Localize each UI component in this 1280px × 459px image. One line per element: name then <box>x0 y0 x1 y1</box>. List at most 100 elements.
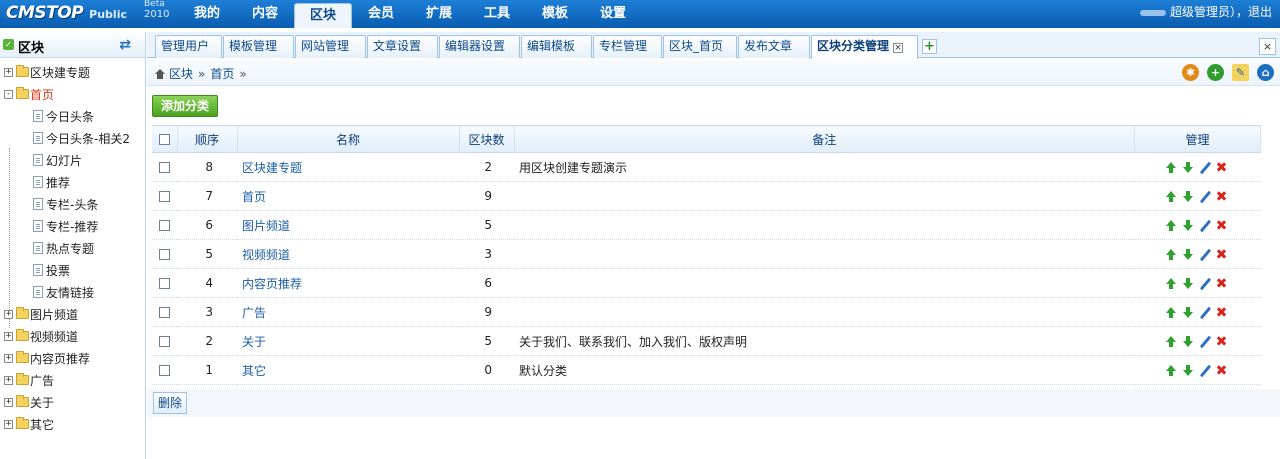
tree-node[interactable]: - 首页 <box>0 84 146 106</box>
tree-node-label[interactable]: 图片频道 <box>30 304 78 326</box>
tree-node[interactable]: + 其它 <box>0 414 146 436</box>
tree-node-label[interactable]: 幻灯片 <box>46 150 82 172</box>
tab-9[interactable]: 区块分类管理 × <box>811 35 918 59</box>
move-up-icon[interactable] <box>1165 364 1177 377</box>
tree-node[interactable]: 专栏-推荐 <box>0 216 146 238</box>
tree-node-label[interactable]: 今日头条 <box>46 106 94 128</box>
tree-node-label[interactable]: 专栏-推荐 <box>46 216 98 238</box>
move-down-icon[interactable] <box>1182 335 1194 348</box>
tree-node[interactable]: 投票 <box>0 260 146 282</box>
move-up-icon[interactable] <box>1165 248 1177 261</box>
move-down-icon[interactable] <box>1182 364 1194 377</box>
close-window-icon[interactable]: × <box>1259 38 1276 55</box>
expand-icon[interactable]: + <box>4 398 13 407</box>
move-down-icon[interactable] <box>1182 190 1194 203</box>
edit-icon[interactable] <box>1199 307 1211 319</box>
row-checkbox[interactable] <box>159 191 170 202</box>
row-name-link[interactable]: 图片频道 <box>237 210 459 240</box>
expand-icon[interactable]: + <box>4 68 13 77</box>
row-checkbox[interactable] <box>159 278 170 289</box>
tree-node[interactable]: + 关于 <box>0 392 146 414</box>
move-up-icon[interactable] <box>1165 277 1177 290</box>
expand-icon[interactable]: + <box>4 420 13 429</box>
collapse-icon[interactable]: - <box>4 90 13 99</box>
tree-node[interactable]: 热点专题 <box>0 238 146 260</box>
add-icon[interactable]: + <box>1207 64 1224 81</box>
delete-icon[interactable]: ✖ <box>1216 364 1228 378</box>
tree-node-label[interactable]: 投票 <box>46 260 70 282</box>
tree-node-label[interactable]: 热点专题 <box>46 238 94 260</box>
move-down-icon[interactable] <box>1182 161 1194 174</box>
select-all-checkbox[interactable] <box>158 134 170 145</box>
expand-icon[interactable]: + <box>4 310 13 319</box>
nav-item-7[interactable]: 设置 <box>584 0 642 28</box>
tab-6[interactable]: 专栏管理 <box>593 35 662 58</box>
tree-node-label[interactable]: 友情链接 <box>46 282 94 304</box>
tree-node[interactable]: 推荐 <box>0 172 146 194</box>
delete-icon[interactable]: ✖ <box>1216 306 1228 320</box>
add-category-button[interactable]: 添加分类 <box>152 95 219 117</box>
tree-node-label[interactable]: 专栏-头条 <box>46 194 98 216</box>
breadcrumb-item-home[interactable]: 首页 <box>210 67 234 81</box>
row-name-link[interactable]: 关于 <box>237 326 459 356</box>
close-tab-icon[interactable]: × <box>893 43 904 53</box>
tab-0[interactable]: 管理用户 <box>155 35 222 58</box>
move-up-icon[interactable] <box>1165 306 1177 319</box>
edit-icon[interactable] <box>1199 278 1211 290</box>
row-name-link[interactable]: 广告 <box>237 297 459 327</box>
tree-node-label[interactable]: 推荐 <box>46 172 70 194</box>
breadcrumb-item-block[interactable]: 区块 <box>169 67 193 81</box>
row-checkbox[interactable] <box>159 249 170 260</box>
tree-node[interactable]: 友情链接 <box>0 282 146 304</box>
tree-node-label[interactable]: 关于 <box>30 392 54 414</box>
user-area[interactable]: 超级管理员），退出 <box>1139 0 1272 28</box>
edit-icon[interactable] <box>1199 365 1211 377</box>
tab-1[interactable]: 模板管理 <box>223 35 294 58</box>
delete-icon[interactable]: ✖ <box>1216 335 1228 349</box>
nav-item-6[interactable]: 模板 <box>526 0 584 28</box>
tree-node-label[interactable]: 视频频道 <box>30 326 78 348</box>
move-up-icon[interactable] <box>1165 335 1177 348</box>
edit-icon[interactable] <box>1199 191 1211 203</box>
home-icon[interactable]: ⌂ <box>1257 64 1274 81</box>
tab-3[interactable]: 文章设置 <box>367 35 438 58</box>
nav-item-3[interactable]: 会员 <box>352 0 410 28</box>
move-up-icon[interactable] <box>1165 190 1177 203</box>
delete-icon[interactable]: ✖ <box>1216 277 1228 291</box>
tab-7[interactable]: 区块_首页 <box>663 35 737 58</box>
row-checkbox[interactable] <box>159 307 170 318</box>
tree-node[interactable]: + 广告 <box>0 370 146 392</box>
tree-node[interactable]: 专栏-头条 <box>0 194 146 216</box>
move-down-icon[interactable] <box>1182 248 1194 261</box>
nav-item-5[interactable]: 工具 <box>468 0 526 28</box>
tree-node[interactable]: 今日头条 <box>0 106 146 128</box>
edit-icon[interactable] <box>1199 220 1211 232</box>
tree-node-label[interactable]: 今日头条-相关2 <box>46 128 130 150</box>
move-up-icon[interactable] <box>1165 219 1177 232</box>
nav-item-4[interactable]: 扩展 <box>410 0 468 28</box>
edit-icon[interactable] <box>1199 336 1211 348</box>
move-down-icon[interactable] <box>1182 219 1194 232</box>
tab-2[interactable]: 网站管理 <box>295 35 366 58</box>
delete-icon[interactable]: ✖ <box>1216 248 1228 262</box>
row-checkbox[interactable] <box>159 336 170 347</box>
tree-node-label[interactable]: 其它 <box>30 414 54 436</box>
tab-4[interactable]: 编辑器设置 <box>439 35 520 58</box>
col-order[interactable]: 顺序 <box>177 125 238 153</box>
edit-icon[interactable] <box>1199 249 1211 261</box>
add-tab-icon[interactable]: + <box>922 39 937 54</box>
edit-icon[interactable] <box>1199 162 1211 174</box>
edit-icon[interactable]: ✎ <box>1232 64 1249 81</box>
row-name-link[interactable]: 区块建专题 <box>237 152 459 182</box>
delete-icon[interactable]: ✖ <box>1216 161 1228 175</box>
tree-node[interactable]: + 视频频道 <box>0 326 146 348</box>
expand-icon[interactable]: + <box>4 332 13 341</box>
delete-button[interactable]: 删除 <box>153 392 188 414</box>
refresh-icon[interactable]: ⇄ <box>119 37 131 53</box>
expand-icon[interactable]: + <box>4 376 13 385</box>
row-name-link[interactable]: 视频频道 <box>237 239 459 269</box>
tree-node[interactable]: + 区块建专题 <box>0 62 146 84</box>
row-name-link[interactable]: 首页 <box>237 181 459 211</box>
row-name-link[interactable]: 内容页推荐 <box>237 268 459 298</box>
row-checkbox[interactable] <box>159 220 170 231</box>
